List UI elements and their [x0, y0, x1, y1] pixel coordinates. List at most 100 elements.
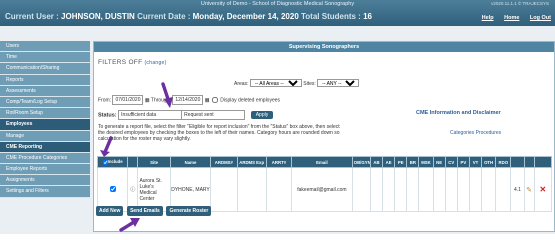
include-checkbox[interactable]: [109, 185, 116, 192]
sites-select[interactable]: -- ANY --: [317, 79, 360, 87]
supervising-sonographers-panel: Supervising Sonographers FILTERS OFF (ch…: [93, 41, 555, 232]
table-header-row: Include Site Name ARDMS# ARDMS Exp ARRT#…: [96, 156, 553, 168]
sites-label: Sites:: [303, 81, 316, 87]
vt-cell: [468, 167, 483, 212]
from-date-input[interactable]: 07/01/2020: [112, 95, 144, 105]
total-students-label: Total Students :: [301, 12, 361, 21]
include-cell: [96, 167, 129, 212]
organization-title: University of Demo - School of Diagnosti…: [200, 1, 355, 7]
ardms-exp-cell: [236, 167, 267, 212]
site-cell: Aurora St. Luke's Medical Center: [137, 167, 171, 212]
sidebar-item-employees[interactable]: Employees: [0, 119, 90, 131]
obgyn-column-header: OB/GYN: [351, 156, 371, 168]
user-info-line: Current User : JOHNSON, DUSTIN Current D…: [5, 12, 372, 21]
apply-button[interactable]: Apply: [250, 111, 274, 120]
action-buttons: Add New Send Emails Generate Roster: [96, 206, 213, 216]
sidebar-item-settings-filters[interactable]: Settings and Filters: [0, 186, 90, 198]
sidebar-item-manage[interactable]: Manage: [0, 130, 90, 142]
ardms-column-header[interactable]: ARDMS#: [210, 156, 238, 168]
ab-cell: [369, 167, 384, 212]
status-label: Status:: [98, 112, 117, 119]
table-row: ⓘ Aurora St. Luke's Medical Center DYHON…: [96, 167, 553, 212]
annotation-arrow-icon: [119, 218, 140, 232]
sidebar-item-employee-reports[interactable]: Employee Reports: [0, 164, 90, 176]
include-header-label: Include: [107, 159, 123, 165]
through-date-input[interactable]: 12/14/2020: [172, 95, 204, 105]
report-instructions: To generate a report file, select the fi…: [98, 124, 340, 142]
display-deleted-label: Display deleted employees: [220, 97, 281, 104]
sidebar-item-cme-reporting[interactable]: CME Reporting: [0, 141, 90, 153]
areas-label: Areas:: [234, 81, 249, 87]
ae-column-header: AE: [382, 156, 396, 168]
pv-cell: [456, 167, 470, 212]
current-date: Monday, December 14, 2020: [192, 12, 299, 21]
pv-column-header: PV: [456, 156, 470, 168]
arrt-column-header[interactable]: ARRT#: [265, 156, 293, 168]
filters-off-label: FILTERS OFF: [98, 59, 143, 66]
cme-information-link[interactable]: CME Information and Disclaimer: [416, 110, 501, 116]
display-deleted-checkbox[interactable]: [211, 97, 218, 103]
ne-column-header: NE: [432, 156, 446, 168]
ardms-exp-column-header[interactable]: ARDMS Exp: [236, 156, 267, 168]
sidebar-item-assessments[interactable]: Assessments: [0, 85, 90, 97]
version-label: v2020.11.1.1 © TRAJECSYS: [491, 1, 549, 6]
include-column-header[interactable]: Include: [96, 156, 129, 168]
sidebar-item-cme-procedure-categories[interactable]: CME Procedure Categories: [0, 152, 90, 165]
from-label: From:: [98, 97, 112, 104]
delete-icon[interactable]: ✕: [533, 167, 553, 212]
sidebar-item-communication[interactable]: Communication/Sharing: [0, 63, 90, 75]
ae-cell: [382, 167, 396, 212]
calendar-icon[interactable]: ▦: [205, 97, 210, 103]
send-emails-button[interactable]: Send Emails: [127, 206, 163, 216]
app-header: University of Demo - School of Diagnosti…: [0, 0, 555, 26]
sidebar-item-comp-setup[interactable]: Comp/Team/Log Setup: [0, 96, 90, 109]
sidebar-item-assignments[interactable]: Assignments: [0, 175, 90, 187]
msk-column-header: MSK: [418, 156, 434, 168]
categories-procedures-link[interactable]: Categories Procedures: [450, 130, 501, 136]
cv-column-header: CV: [444, 156, 458, 168]
status-dropdown-option[interactable]: Request sent: [182, 110, 246, 120]
email-column-header[interactable]: Email: [291, 156, 353, 168]
add-new-button[interactable]: Add New: [96, 206, 124, 216]
vt-column-header: VT: [468, 156, 483, 168]
help-link[interactable]: Help: [482, 15, 494, 21]
current-date-label: Current Date :: [137, 12, 191, 21]
email-cell: fakeemail@gmail.com: [291, 167, 353, 212]
total-students-count: 16: [363, 12, 372, 21]
annotation-arrow-icon: [161, 82, 173, 108]
site-column-header[interactable]: Site: [137, 156, 171, 168]
calendar-icon[interactable]: ▦: [145, 97, 150, 103]
sidebar-item-time[interactable]: Time: [0, 52, 90, 64]
areas-select[interactable]: -- All Areas --: [249, 79, 302, 87]
status-select[interactable]: Insufficient data: [118, 110, 183, 120]
br-cell: [406, 167, 420, 212]
current-user-label: Current User :: [5, 12, 59, 21]
sidebar-item-users[interactable]: Users: [0, 41, 90, 53]
change-filters-link[interactable]: (change): [144, 60, 166, 66]
filters-status: FILTERS OFF (change): [98, 59, 167, 66]
info-icon[interactable]: ⓘ: [127, 167, 139, 212]
ab-column-header: AB: [369, 156, 384, 168]
rdo-cell: [495, 167, 512, 212]
edit-icon[interactable]: ✎: [523, 167, 535, 212]
header-links: Help Home Log Out: [473, 15, 551, 21]
oth-column-header: OTH: [481, 156, 497, 168]
name-cell: DYHONE, MARY: [169, 167, 212, 212]
sidebar-item-rot-room-setup[interactable]: Rot/Room Setup: [0, 108, 90, 120]
msk-cell: [418, 167, 434, 212]
logout-link[interactable]: Log Out: [530, 15, 551, 21]
cv-cell: [444, 167, 458, 212]
column-header: [127, 156, 139, 168]
ardms-cell: [210, 167, 238, 212]
generate-roster-button[interactable]: Generate Roster: [166, 206, 212, 216]
name-column-header[interactable]: Name: [169, 156, 212, 168]
oth-cell: [481, 167, 497, 212]
rdo-column-header: RDO: [495, 156, 512, 168]
total-cell: 4.1: [510, 167, 525, 212]
home-link[interactable]: Home: [504, 15, 519, 21]
status-filter: Status: Insufficient data Request sent Ap…: [98, 110, 274, 120]
column-header: [510, 156, 525, 168]
sidebar-item-reports[interactable]: Reports: [0, 74, 90, 86]
pe-column-header: PE: [394, 156, 408, 168]
ne-cell: [432, 167, 446, 212]
